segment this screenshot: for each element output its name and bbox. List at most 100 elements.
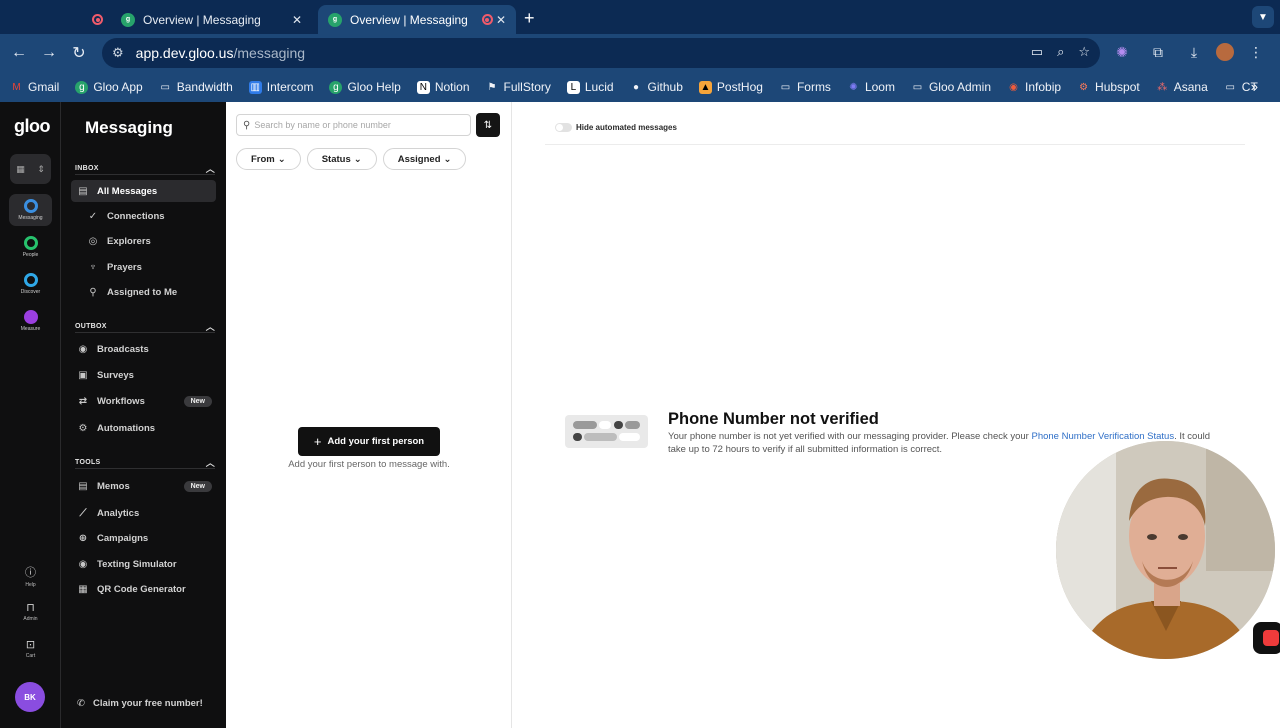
loom-icon: ✺: [849, 81, 858, 93]
close-tab-icon[interactable]: ✕: [292, 13, 302, 27]
nav-qr-code-generator[interactable]: ▦ QR Code Generator: [71, 578, 216, 600]
messaging-icon: [23, 199, 38, 213]
sort-button[interactable]: ⇅: [476, 113, 500, 137]
tab-title: Overview | Messaging: [350, 12, 468, 27]
bookmark-gloo-help[interactable]: g Gloo Help: [329, 80, 401, 94]
extension-icon[interactable]: ✺: [1108, 38, 1136, 66]
bookmark-hubspot[interactable]: ⚙ Hubspot: [1077, 80, 1140, 94]
rail-item-cart[interactable]: ⊡ Cart: [9, 638, 52, 659]
more-bookmarks-icon[interactable]: »: [1251, 79, 1258, 94]
download-icon[interactable]: ⤓: [1180, 38, 1208, 66]
nav-memos[interactable]: ▤ Memos New: [71, 475, 216, 497]
new-badge: New: [183, 395, 212, 407]
bookmark-notion[interactable]: N Notion: [416, 80, 470, 94]
rail-item-messaging[interactable]: Messaging: [9, 194, 52, 226]
claim-number-link[interactable]: ✆ Claim your free number!: [77, 698, 203, 709]
search-input[interactable]: [254, 120, 455, 130]
recording-icon: [481, 14, 493, 25]
page-title: Messaging: [85, 118, 173, 137]
bookmark-posthog[interactable]: ▲ PostHog: [698, 80, 763, 94]
stop-recording-button[interactable]: [1253, 622, 1280, 654]
analytics-icon: ⟋: [79, 507, 87, 519]
filter-from[interactable]: From ⌄: [236, 148, 301, 170]
nav-broadcasts[interactable]: ◉ Broadcasts: [71, 338, 216, 360]
nav-connections[interactable]: ✓ Connections: [71, 205, 216, 227]
nav-analytics[interactable]: ⟋ Analytics: [71, 502, 216, 524]
new-tab-icon[interactable]: +: [524, 8, 535, 29]
close-tab-icon[interactable]: ✕: [496, 13, 506, 27]
people-icon: [23, 236, 38, 250]
workflow-icon: ⇄: [78, 395, 88, 407]
lucid-icon: L: [566, 80, 580, 94]
simulator-icon: ◉: [78, 558, 88, 570]
gmail-icon: M: [12, 81, 21, 93]
bookmark-infobip[interactable]: ◉ Infobip: [1007, 80, 1061, 94]
bookmark-asana[interactable]: ⁂ Asana: [1156, 80, 1208, 94]
add-first-person-button[interactable]: + Add your first person: [298, 427, 440, 456]
reload-icon[interactable]: ↻: [64, 38, 94, 68]
verification-status-link[interactable]: Phone Number Verification Status: [1032, 431, 1175, 442]
extensions-puzzle-icon[interactable]: ⧉: [1144, 38, 1172, 66]
rail-item-measure[interactable]: Measure: [9, 305, 52, 337]
nav-assigned-to-me[interactable]: ⚲ Assigned to Me: [71, 281, 216, 303]
inbox-icon: ▤: [78, 185, 88, 197]
message-list-pane: ⚲ ⇅ From⌄ Status⌄ Assigned⌄ + Add your f…: [226, 102, 512, 728]
bookmark-forms[interactable]: ▭ Forms: [779, 80, 831, 94]
rail-item-discover[interactable]: Discover: [9, 268, 52, 300]
webcam-overlay[interactable]: [1056, 441, 1275, 659]
bookmark-gmail[interactable]: M Gmail: [10, 80, 59, 94]
nav-prayers[interactable]: ♆ Prayers: [71, 256, 216, 278]
camera-icon[interactable]: ▭: [1031, 44, 1043, 60]
back-icon[interactable]: ←: [4, 38, 34, 68]
bookmark-intercom[interactable]: ▥ Intercom: [248, 80, 313, 94]
bookmark-star-icon[interactable]: ☆: [1078, 44, 1090, 60]
filter-status[interactable]: Status ⌄: [306, 148, 377, 170]
browser-tab[interactable]: g Overview | Messaging ✕: [82, 5, 312, 34]
url-host: app.dev.gloo.us: [135, 45, 234, 61]
divider: [545, 144, 1245, 145]
bookmark-lucid[interactable]: L Lucid: [566, 80, 614, 94]
user-avatar[interactable]: BK: [15, 682, 45, 712]
rail-item-admin[interactable]: ⊓ Admin: [9, 601, 52, 622]
nav-automations[interactable]: ⚙ Automations: [71, 417, 216, 439]
forward-icon[interactable]: →: [34, 38, 64, 68]
chevron-down-icon: ⌄: [443, 153, 452, 165]
bookmark-gloo-admin[interactable]: ▭ Gloo Admin: [911, 80, 991, 94]
new-badge: New: [183, 480, 212, 492]
phone-icon: ✆: [77, 698, 85, 709]
filter-assigned[interactable]: Assigned ⌄: [382, 148, 467, 170]
broadcast-icon: ◉: [78, 343, 88, 355]
bookmark-loom[interactable]: ✺ Loom: [847, 80, 895, 94]
rail-item-help[interactable]: ⓘ Help: [9, 564, 52, 588]
empty-hint: Add your first person to message with.: [288, 459, 450, 470]
site-settings-icon[interactable]: ⚙: [112, 45, 124, 61]
nav-texting-simulator[interactable]: ◉ Texting Simulator: [71, 553, 216, 575]
bookmark-gloo-app[interactable]: g Gloo App: [75, 80, 143, 94]
address-bar[interactable]: ⚙ app.dev.gloo.us/messaging ▭ ⌕ ☆: [102, 38, 1100, 68]
nav-explorers[interactable]: ◎ Explorers: [71, 230, 216, 252]
bookmark-github[interactable]: ● Github: [630, 80, 683, 94]
cart-icon: ⊡: [25, 639, 36, 651]
nav-surveys[interactable]: ▣ Surveys: [71, 364, 216, 386]
bookmark-fullstory[interactable]: ⚑ FullStory: [486, 80, 551, 94]
nav-campaigns[interactable]: ⊕ Campaigns: [71, 527, 216, 549]
browser-tab-active[interactable]: g Overview | Messaging ✕: [318, 5, 516, 34]
search-box[interactable]: ⚲: [236, 114, 471, 136]
compass-icon: ◎: [88, 235, 98, 247]
browser-toolbar: ← → ↻ ⚙ app.dev.gloo.us/messaging ▭ ⌕ ☆ …: [0, 34, 1280, 72]
rail-item-people[interactable]: People: [9, 231, 52, 263]
gloo-logo: gloo: [14, 116, 51, 136]
zoom-icon[interactable]: ⌕: [1057, 44, 1064, 60]
browser-tab-strip: g Overview | Messaging ✕ g Overview | Me…: [0, 0, 1280, 34]
menu-dots-icon[interactable]: ⋮: [1242, 38, 1270, 66]
profile-avatar[interactable]: [1216, 43, 1234, 61]
org-switcher[interactable]: ▦ ⇕: [10, 154, 51, 184]
nav-workflows[interactable]: ⇄ Workflows New: [71, 390, 216, 412]
hide-automated-toggle[interactable]: [555, 123, 572, 132]
toggle-label: Hide automated messages: [576, 123, 677, 132]
bookmark-bandwidth[interactable]: ▭ Bandwidth: [159, 80, 232, 94]
posthog-icon: ▲: [698, 80, 712, 94]
nav-all-messages[interactable]: ▤ All Messages: [71, 180, 216, 202]
tab-search-icon[interactable]: ▼: [1252, 6, 1274, 28]
chevron-down-icon: ⌄: [277, 153, 286, 165]
